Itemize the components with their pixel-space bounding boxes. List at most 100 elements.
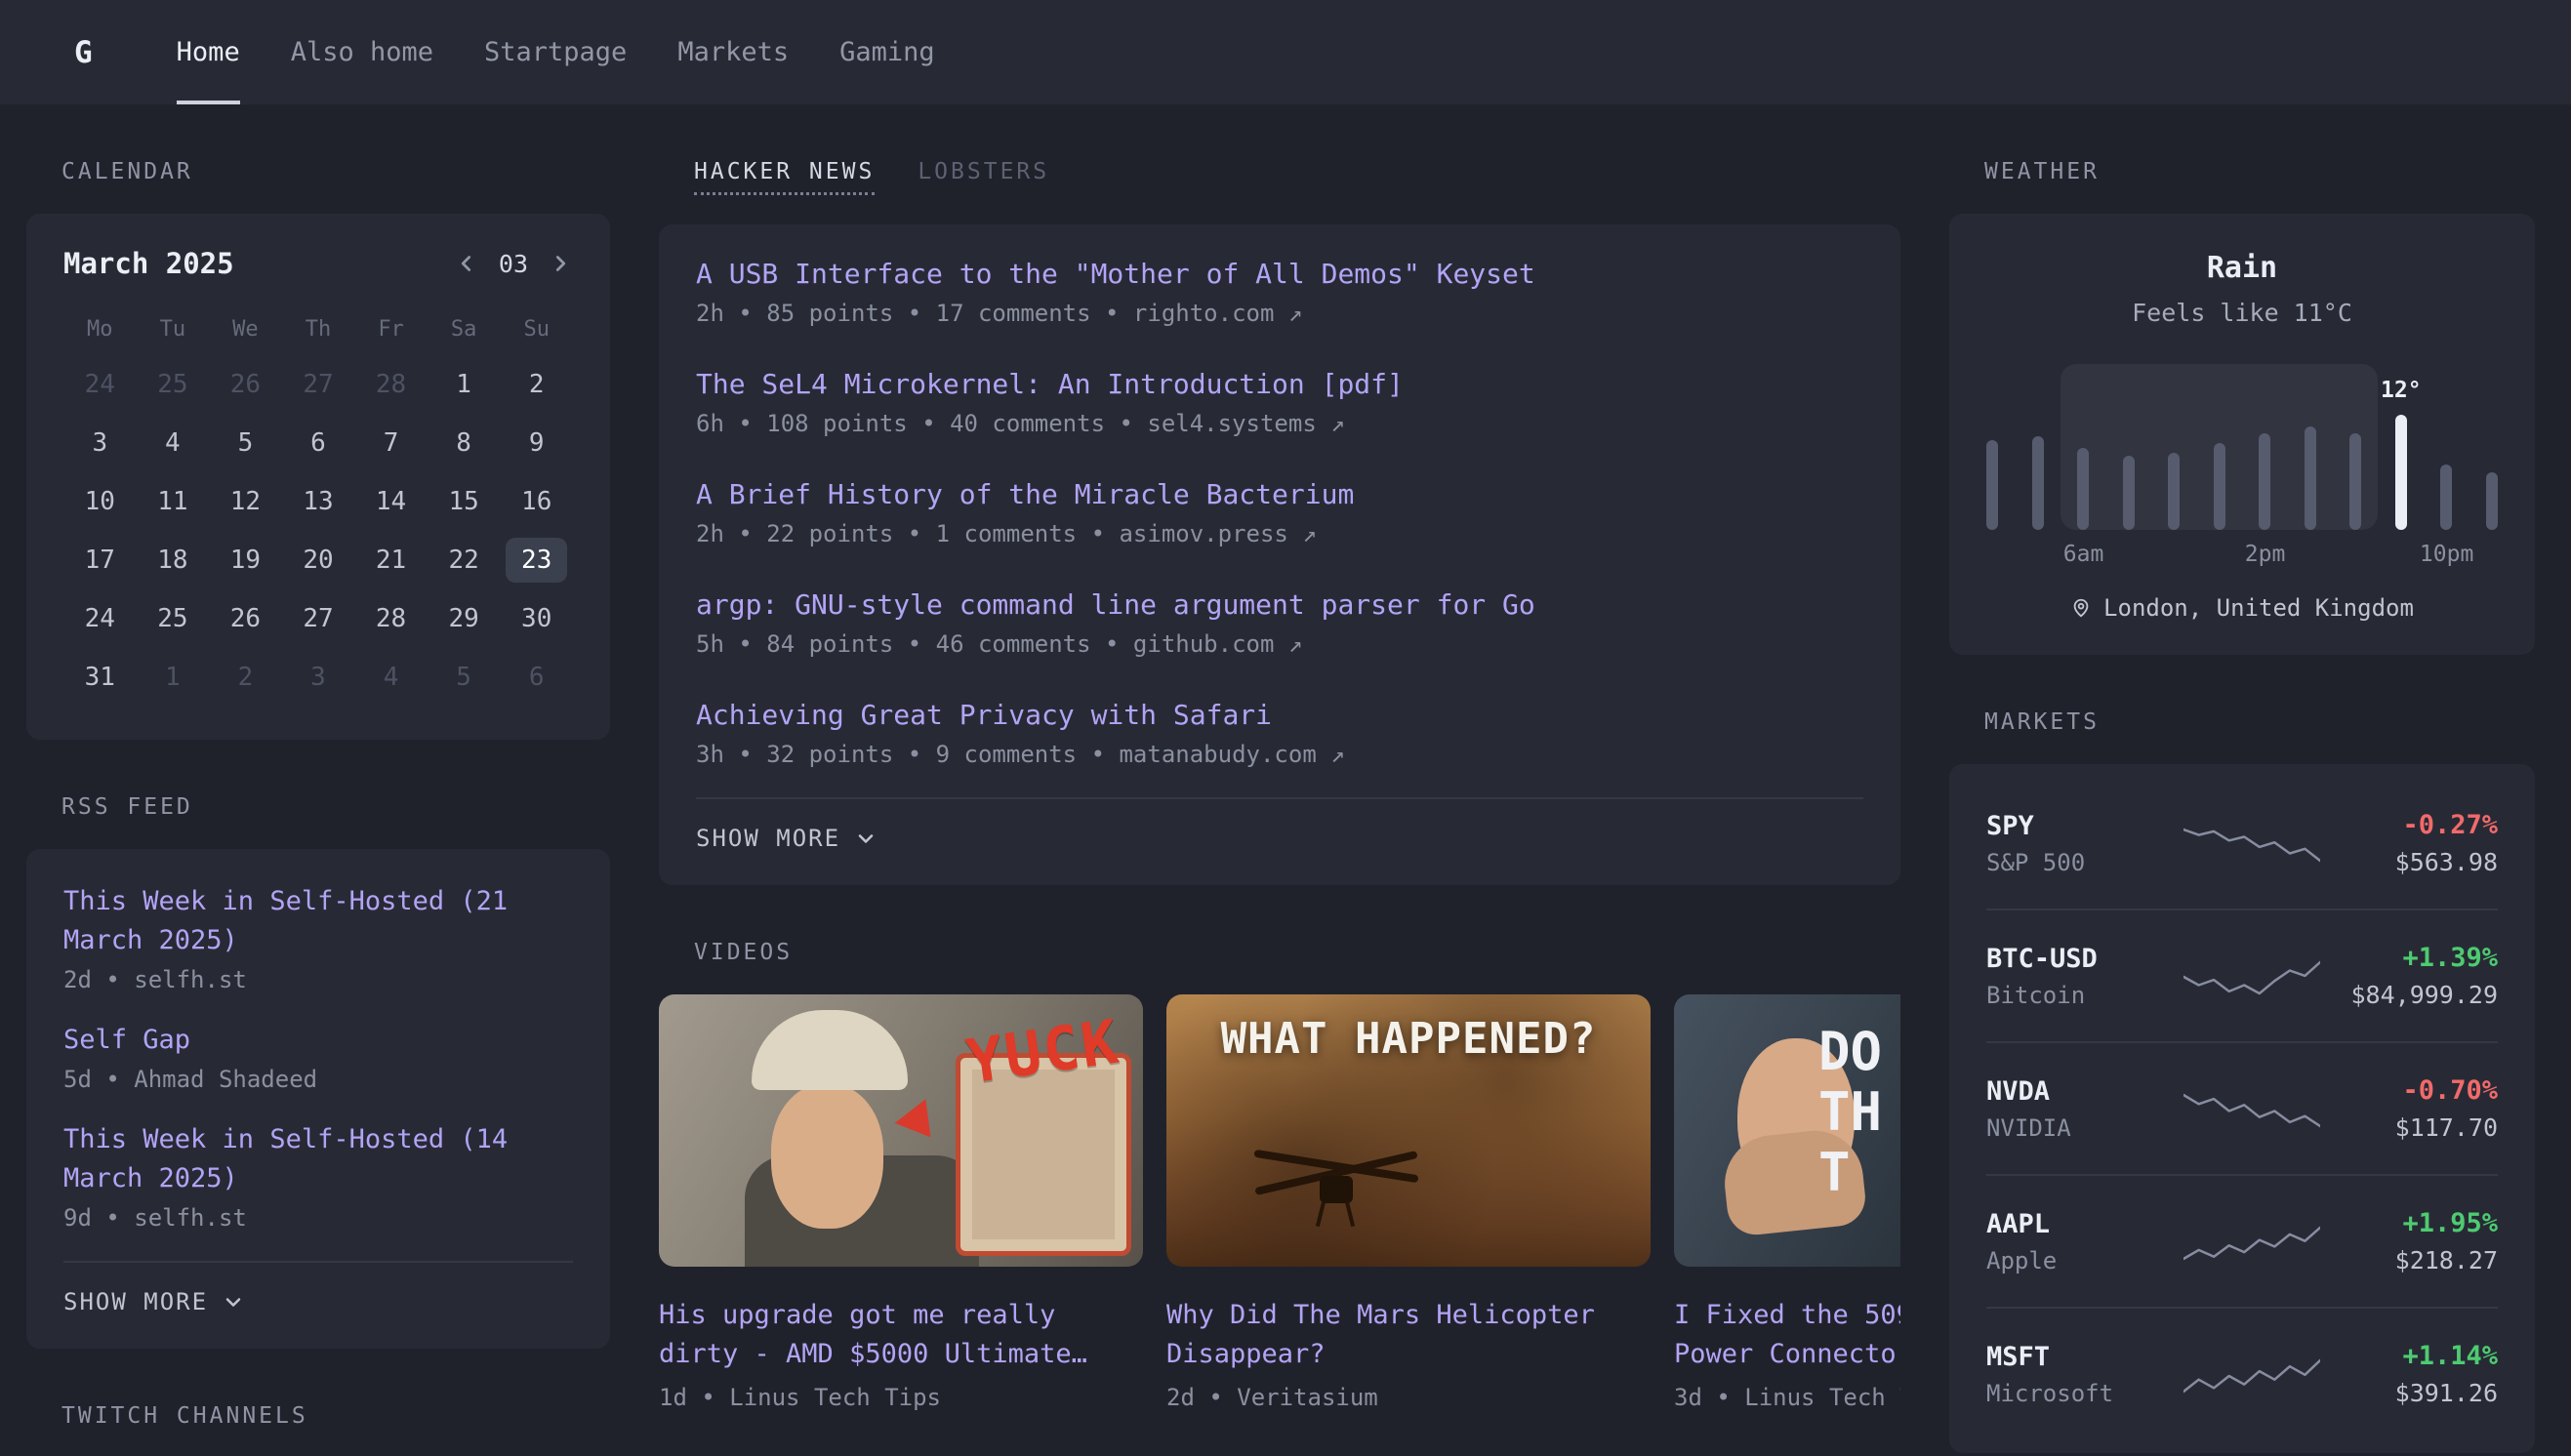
calendar-day-number: 10 — [69, 479, 131, 524]
calendar-day[interactable]: 24 — [63, 589, 137, 648]
weather-bar — [2168, 453, 2180, 530]
news-section: HACKER NEWS LOBSTERS A USB Interface to t… — [659, 159, 1900, 885]
calendar-day[interactable]: 20 — [282, 531, 355, 589]
calendar-controls: 03 — [454, 250, 573, 278]
calendar-day[interactable]: 27 — [282, 355, 355, 414]
calendar-day[interactable]: 29 — [428, 589, 501, 648]
calendar-day[interactable]: 27 — [282, 589, 355, 648]
chevron-down-icon — [854, 827, 877, 850]
calendar-day[interactable]: 1 — [428, 355, 501, 414]
nav-tab-gaming[interactable]: Gaming — [839, 0, 935, 104]
market-price: $563.98 — [2332, 848, 2498, 876]
news-item-title[interactable]: A USB Interface to the "Mother of All De… — [696, 258, 1863, 290]
market-price: $218.27 — [2332, 1246, 2498, 1274]
calendar-day[interactable]: 11 — [137, 472, 210, 531]
news-item-title[interactable]: argp: GNU-style command line argument pa… — [696, 588, 1863, 621]
news-show-more-button[interactable]: SHOW MORE — [696, 797, 1863, 852]
video-thumbnail[interactable]: DO TH T — [1674, 994, 1900, 1267]
calendar-day[interactable]: 19 — [209, 531, 282, 589]
video-thumbnail[interactable]: YUCK — [659, 994, 1143, 1267]
calendar-day[interactable]: 2 — [500, 355, 573, 414]
calendar-day[interactable]: 30 — [500, 589, 573, 648]
decorative-shape — [1316, 1201, 1326, 1227]
video-title[interactable]: His upgrade got me really dirty - AMD $5… — [659, 1296, 1143, 1374]
calendar-day[interactable]: 22 — [428, 531, 501, 589]
news-tab-lobsters[interactable]: LOBSTERS — [918, 159, 1049, 195]
market-row-nvda[interactable]: NVDANVIDIA-0.70%$117.70 — [1986, 1041, 2498, 1174]
calendar-day[interactable]: 28 — [354, 355, 428, 414]
market-symbol[interactable]: NVDA — [1986, 1076, 2172, 1107]
weather-bar-current — [2395, 415, 2407, 530]
calendar-day[interactable]: 16 — [500, 472, 573, 531]
market-symbol[interactable]: BTC-USD — [1986, 944, 2172, 974]
calendar-day-number: 8 — [440, 421, 487, 465]
chevron-right-icon[interactable] — [548, 251, 573, 276]
calendar-day[interactable]: 21 — [354, 531, 428, 589]
market-symbol[interactable]: AAPL — [1986, 1209, 2172, 1239]
market-symbol[interactable]: MSFT — [1986, 1342, 2172, 1372]
nav-tab-also-home[interactable]: Also home — [291, 0, 433, 104]
calendar-day[interactable]: 2 — [209, 648, 282, 707]
calendar-day[interactable]: 4 — [354, 648, 428, 707]
rss-item: Self Gap5d • Ahmad Shadeed — [63, 1021, 573, 1093]
calendar-day[interactable]: 6 — [282, 414, 355, 472]
nav-tab-home[interactable]: Home — [177, 0, 240, 104]
video-title[interactable]: Why Did The Mars Helicopter Disappear? — [1166, 1296, 1651, 1374]
calendar-day[interactable]: 7 — [354, 414, 428, 472]
nav-tab-startpage[interactable]: Startpage — [484, 0, 627, 104]
market-row-aapl[interactable]: AAPLApple+1.95%$218.27 — [1986, 1174, 2498, 1307]
calendar-day[interactable]: 9 — [500, 414, 573, 472]
news-item: A Brief History of the Miracle Bacterium… — [696, 478, 1863, 547]
calendar-day[interactable]: 24 — [63, 355, 137, 414]
news-item-meta: 5h • 84 points • 46 comments • github.co… — [696, 630, 1863, 658]
calendar-day[interactable]: 26 — [209, 589, 282, 648]
calendar-day[interactable]: 5 — [428, 648, 501, 707]
market-row-btc-usd[interactable]: BTC-USDBitcoin+1.39%$84,999.29 — [1986, 909, 2498, 1041]
rss-item-title[interactable]: This Week in Self-Hosted (14 March 2025) — [63, 1120, 573, 1198]
nav-tab-markets[interactable]: Markets — [677, 0, 789, 104]
calendar-day[interactable]: 5 — [209, 414, 282, 472]
calendar-day[interactable]: 3 — [282, 648, 355, 707]
video-thumbnail[interactable]: WHAT HAPPENED? — [1166, 994, 1651, 1267]
calendar-day[interactable]: 12 — [209, 472, 282, 531]
rss-item-meta: 2d • selfh.st — [63, 966, 573, 993]
calendar-day[interactable]: 25 — [137, 589, 210, 648]
calendar-day[interactable]: 18 — [137, 531, 210, 589]
calendar-day[interactable]: 1 — [137, 648, 210, 707]
rss-item-title[interactable]: This Week in Self-Hosted (21 March 2025) — [63, 882, 573, 960]
app-logo[interactable]: G — [74, 35, 93, 70]
market-sparkline — [2172, 1085, 2332, 1132]
market-row-msft[interactable]: MSFTMicrosoft+1.14%$391.26 — [1986, 1307, 2498, 1439]
news-item-title[interactable]: A Brief History of the Miracle Bacterium — [696, 478, 1863, 510]
calendar-day[interactable]: 14 — [354, 472, 428, 531]
calendar-day-today[interactable]: 23 — [500, 531, 573, 589]
calendar-day[interactable]: 25 — [137, 355, 210, 414]
calendar-day[interactable]: 3 — [63, 414, 137, 472]
calendar-day[interactable]: 26 — [209, 355, 282, 414]
calendar-day[interactable]: 10 — [63, 472, 137, 531]
calendar-day[interactable]: 15 — [428, 472, 501, 531]
calendar-day[interactable]: 4 — [137, 414, 210, 472]
news-tab-hacker-news[interactable]: HACKER NEWS — [694, 159, 875, 195]
calendar-day[interactable]: 31 — [63, 648, 137, 707]
calendar-day-number: 19 — [215, 538, 276, 583]
rss-show-more-button[interactable]: SHOW MORE — [63, 1261, 573, 1315]
news-item-title[interactable]: Achieving Great Privacy with Safari — [696, 699, 1863, 731]
market-symbol[interactable]: SPY — [1986, 811, 2172, 841]
calendar-day[interactable]: 6 — [500, 648, 573, 707]
calendar-day-number: 6 — [513, 655, 560, 700]
calendar-day-number: 14 — [360, 479, 422, 524]
right-column: WEATHER Rain Feels like 11°C 12° 6am2pm1… — [1949, 104, 2535, 1456]
calendar-day[interactable]: 28 — [354, 589, 428, 648]
middle-column: HACKER NEWS LOBSTERS A USB Interface to t… — [659, 104, 1900, 1456]
weather-bar-slot — [2214, 443, 2225, 530]
rss-item-title[interactable]: Self Gap — [63, 1021, 573, 1060]
calendar-day[interactable]: 13 — [282, 472, 355, 531]
news-item-title[interactable]: The SeL4 Microkernel: An Introduction [p… — [696, 368, 1863, 400]
weather-bar — [2486, 472, 2498, 530]
chevron-left-icon[interactable] — [454, 251, 479, 276]
video-title[interactable]: I Fixed the 5090's Melting Power Connect… — [1674, 1296, 1900, 1374]
market-row-spy[interactable]: SPYS&P 500-0.27%$563.98 — [1986, 778, 2498, 909]
calendar-day[interactable]: 17 — [63, 531, 137, 589]
calendar-day[interactable]: 8 — [428, 414, 501, 472]
